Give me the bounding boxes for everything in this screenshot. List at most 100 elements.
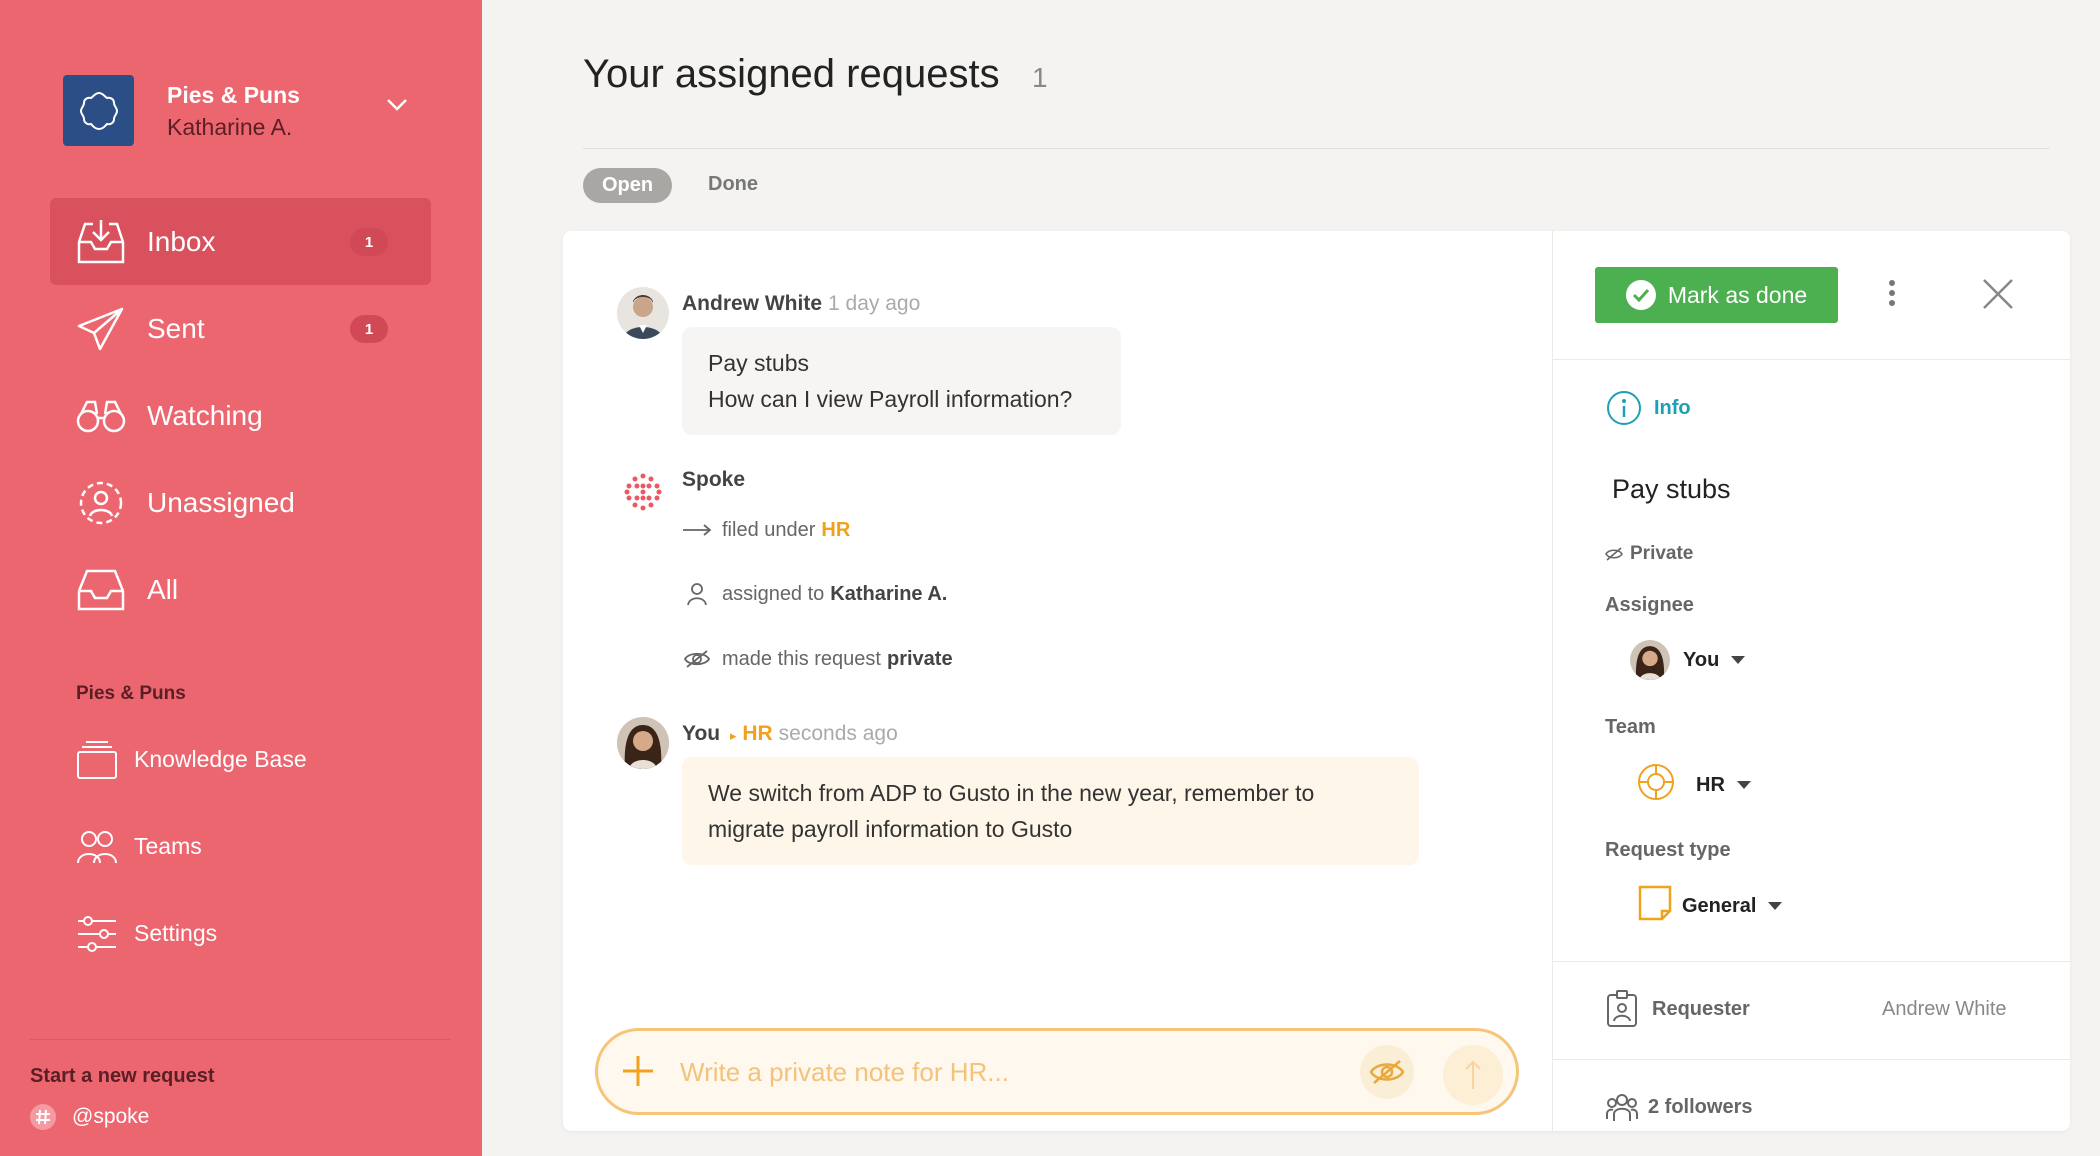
check-circle-icon [1625,280,1656,310]
event-filed-text: filed under [722,518,816,541]
followers-icon [1606,1094,1638,1121]
event-private-value: private [886,647,953,670]
request-type-value: General [1682,894,1757,917]
nav-inbox[interactable]: Inbox 1 [50,198,431,285]
plus-icon[interactable] [620,1053,656,1094]
org-switcher[interactable]: Pies & Puns Katharine A. [63,75,300,146]
msg1-line2: How can I view Payroll information? [708,386,1073,412]
sticky-note-icon [1638,885,1672,927]
chevron-down-icon[interactable] [386,98,408,117]
request-title: Pay stubs [1612,474,1731,504]
spoke-handle[interactable]: @spoke [30,1104,149,1130]
assignee-value: You [1683,648,1720,671]
nav-all[interactable]: All [50,546,431,633]
mark-as-done-button[interactable]: Mark as done [1595,267,1838,323]
people-icon [76,826,118,868]
inbox-count-badge: 1 [350,228,388,256]
nav-teams[interactable]: Teams [76,803,307,890]
caret-down-icon [1736,781,1751,789]
sliders-icon [76,913,118,955]
caret-right-icon: ▸ [729,728,737,743]
msg2-meta: You ▸ HR seconds ago [682,722,898,746]
arrow-right-icon [682,515,712,545]
spoke-handle-label: @spoke [72,1105,150,1128]
assignee-select[interactable]: You [1630,640,1746,680]
info-icon [1607,391,1641,425]
send-arrow-up-icon[interactable] [1443,1045,1503,1105]
close-icon[interactable] [1982,278,2014,315]
note-composer[interactable]: Write a private note for HR... [595,1028,1519,1115]
sidebar: Pies & Puns Katharine A. Inbox 1 Sent 1 … [0,0,482,1156]
nav-sent-label: Sent [147,312,205,344]
sidebar-divider [30,1039,450,1040]
msg2-time: seconds ago [778,722,898,745]
msg2-team[interactable]: HR [742,722,772,745]
nav-unassigned-label: Unassigned [147,486,295,518]
panel-divider-top [1553,359,2070,360]
caret-down-icon [1768,902,1783,910]
event-assigned-user: Katharine A. [830,582,948,605]
user-icon [682,579,712,609]
tab-done[interactable]: Done [708,173,758,196]
team-select[interactable]: HR [1636,762,1751,808]
assignee-label: Assignee [1605,594,1694,616]
eye-slash-icon [682,644,712,674]
org-name: Pies & Puns [167,81,300,108]
followers-label: 2 followers [1648,1095,1753,1118]
nav-unassigned[interactable]: Unassigned [50,459,431,546]
private-label: Private [1630,543,1694,564]
eye-slash-small-icon [1605,547,1623,561]
info-tab[interactable]: Info [1606,390,1691,426]
nav-teams-label: Teams [134,833,202,859]
hash-icon [30,1104,56,1130]
flower-icon [79,91,118,130]
binoculars-icon [75,390,127,442]
more-vertical-icon[interactable] [1888,280,1896,311]
followers-row[interactable]: 2 followers [1606,1092,1752,1122]
caret-down-icon [1731,656,1746,664]
nav-knowledge-base[interactable]: Knowledge Base [76,716,307,803]
nav-settings[interactable]: Settings [76,890,307,977]
id-badge-icon [1607,990,1637,1027]
private-toggle-eye-slash-icon[interactable] [1360,1045,1414,1099]
msg1-time: 1 day ago [828,292,921,315]
msg1-author: Andrew White [682,292,822,315]
unassigned-user-icon [75,477,127,529]
mark-as-done-label: Mark as done [1667,281,1808,308]
msg2-line2: migrate payroll information to Gusto [708,816,1073,842]
event-assigned: assigned to Katharine A. [682,579,947,609]
request-type-label: Request type [1605,839,1731,861]
tab-open[interactable]: Open [583,168,672,203]
requester-value[interactable]: Andrew White [1882,998,2007,1021]
team-label: Team [1605,716,1656,738]
msg2-line1: We switch from ADP to Gusto in the new y… [708,780,1315,806]
nav-watching[interactable]: Watching [50,372,431,459]
msg1-line1: Pay stubs [708,350,809,376]
info-label: Info [1654,396,1691,419]
private-indicator: Private [1604,543,1693,565]
nav-all-label: All [147,573,179,605]
nav-watching-label: Watching [147,399,263,431]
panel-divider-mid [1553,961,2070,962]
msg2-bubble: We switch from ADP to Gusto in the new y… [682,757,1419,865]
lifebuoy-icon [1636,762,1676,808]
nav-sent[interactable]: Sent 1 [50,285,431,372]
event-filed: filed under HR [682,515,850,545]
org-logo [63,75,134,146]
panel-divider-bottom [1553,1059,2070,1060]
event-private-text: made this request [722,647,881,670]
book-icon [76,739,118,781]
spoke-meta: Spoke [682,468,745,492]
page-title: Your assigned requests [583,52,1000,96]
requester-row: Requester [1606,990,1750,1028]
event-filed-team[interactable]: HR [821,519,850,542]
nav-inbox-label: Inbox [147,225,216,257]
section-title: Pies & Puns [76,683,186,704]
paper-plane-icon [75,303,127,355]
start-request-title: Start a new request [30,1065,215,1087]
request-type-select[interactable]: General [1638,885,1783,927]
nav-knowledge-base-label: Knowledge Base [134,746,307,772]
tray-icon [75,564,127,616]
requester-label: Requester [1652,997,1750,1020]
composer-placeholder[interactable]: Write a private note for HR... [680,1057,1009,1088]
